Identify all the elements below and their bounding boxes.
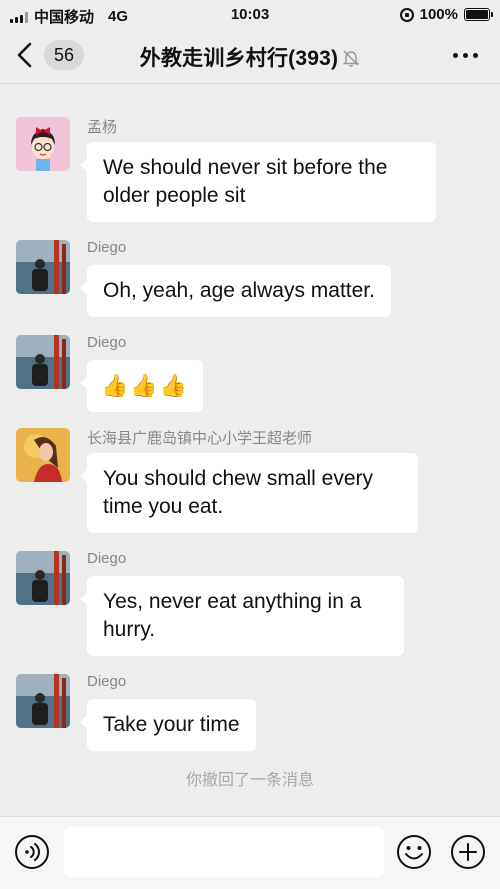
mute-bell-icon [343, 50, 360, 67]
avatar-diego[interactable] [16, 551, 70, 605]
avatar-diego[interactable] [16, 335, 70, 389]
more-dot [463, 53, 468, 58]
voice-icon[interactable] [14, 834, 50, 870]
battery-percent: 100% [419, 6, 458, 23]
nav-bar: 56 外教走训乡村行(393) [0, 28, 500, 84]
diego-photo-avatar-icon [16, 335, 70, 389]
avatar-cartoon-girl[interactable] [16, 117, 70, 171]
battery-icon [464, 8, 493, 21]
sender-name: Diego [87, 550, 127, 567]
sender-name: Diego [87, 239, 127, 256]
sender-name: 长海县广鹿岛镇中心小学王超老师 [87, 430, 313, 447]
chat-title-text: 外教走训乡村行(393) [139, 47, 339, 70]
message-input[interactable] [64, 827, 384, 877]
input-bar [0, 816, 500, 889]
message-bubble[interactable]: 👍👍👍 [79, 360, 204, 412]
teacher-photo-avatar-icon [16, 428, 70, 482]
rotation-lock-icon [399, 7, 414, 22]
recall-notice: 你撤回了一条消息 [185, 772, 314, 789]
more-options-button[interactable] [453, 53, 478, 58]
status-right: 100% [399, 6, 493, 23]
cartoon-girl-avatar-icon [16, 117, 70, 171]
sender-name: Diego [87, 673, 127, 690]
message-bubble[interactable]: Yes, never eat anything in a hurry. [80, 576, 404, 656]
status-bar: 中国移动 4G 10:03 100% [0, 0, 500, 28]
avatar-diego[interactable] [16, 240, 70, 294]
chat-title: 外教走训乡村行(393) [0, 42, 500, 72]
avatar-diego[interactable] [16, 674, 70, 728]
message-bubble[interactable]: We should never sit before the older peo… [80, 142, 436, 222]
message-bubble[interactable]: You should chew small every time you eat… [80, 453, 418, 533]
more-dot [453, 53, 458, 58]
more-dot [473, 53, 478, 58]
diego-photo-avatar-icon [16, 674, 70, 728]
emoji-icon[interactable] [396, 834, 432, 870]
diego-photo-avatar-icon [16, 551, 70, 605]
message-bubble[interactable]: Take your time [80, 699, 256, 751]
diego-photo-avatar-icon [16, 240, 70, 294]
sender-name: 孟杨 [87, 119, 118, 136]
plus-icon[interactable] [450, 834, 486, 870]
message-bubble[interactable]: Oh, yeah, age always matter. [80, 265, 391, 317]
sender-name: Diego [87, 334, 127, 351]
avatar-teacher[interactable] [16, 428, 70, 482]
